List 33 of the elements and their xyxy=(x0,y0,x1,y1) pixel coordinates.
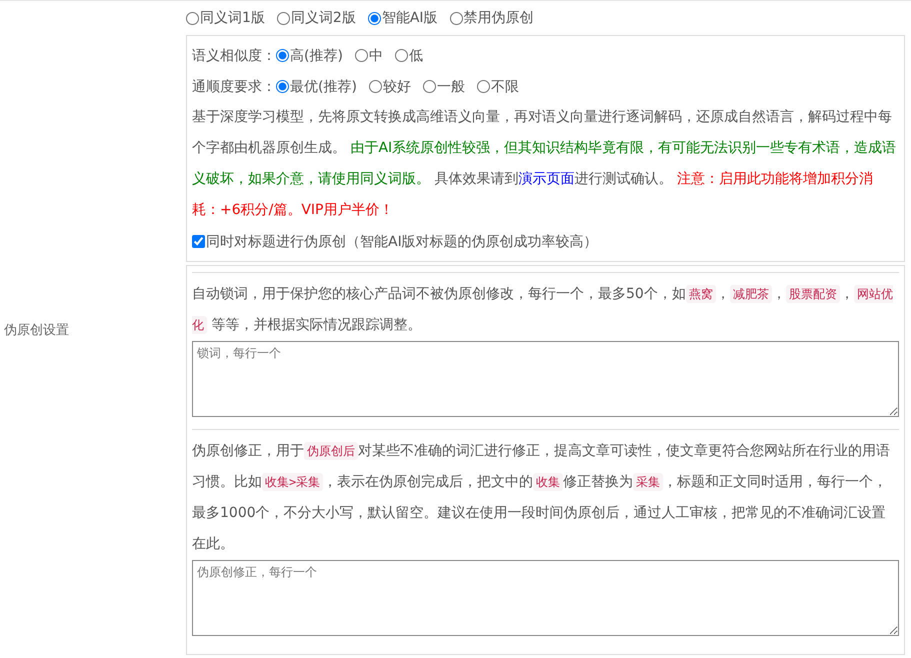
radio-button[interactable] xyxy=(276,49,289,62)
checkbox-label[interactable]: 同时对标题进行伪原创（智能AI版对标题的伪原创成功率较高） xyxy=(206,232,598,250)
radio-label[interactable]: 同义词1版 xyxy=(200,9,265,27)
radio-button[interactable] xyxy=(276,12,290,24)
radio-label[interactable]: 中 xyxy=(368,46,383,64)
radio-button[interactable] xyxy=(354,49,368,62)
setting-label: 通顺度要求： xyxy=(192,78,276,96)
radio-label[interactable]: 最优(推荐) xyxy=(290,78,357,96)
radio-label[interactable]: 同义词2版 xyxy=(290,9,356,27)
radio-button[interactable] xyxy=(276,80,289,93)
radio-label[interactable]: 智能AI版 xyxy=(382,9,438,27)
radio-button[interactable] xyxy=(476,80,490,93)
radio-button[interactable] xyxy=(368,80,382,93)
description-text: 基于深度学习模型，先将原文转换成高维语义向量，再对语义向量进行逐词解码，还原成自然语言，解码过程中每个字都由机器原创生成。 由于AI系统原创性较强，但其知识结构毕竟有限，有可能无法识别一些专有术语，造成语义破坏，如果介意，请使用同义词版。 具体效果请到演示页面进行测试确认。 注意：启用此功能将增加积分消耗：+6积分/篇。VIP用户半价！ xyxy=(192,108,898,220)
radio-label[interactable]: 较好 xyxy=(382,78,411,96)
correction-field[interactable]: 伪原创修正，每行一个 xyxy=(192,560,899,636)
correction-text: 伪原创修正，用于 伪原创后 对某些不准确的词汇进行修正，提高文章可读性，使文章更符合您网站所在行业的用语习惯。比如 收集>采集 ，表示在伪原创完成后，把文中的 收集 修正替换为 采集 ，标题和正文同时适用，每行一个，最多1000个，不分大小写，默认留空。建议在使用一段时间伪原创后，通过人工审核，把常见的不准确词汇设置在此。 xyxy=(192,441,891,554)
lock-words-field[interactable]: 锁词，每行一个 xyxy=(192,341,899,417)
radio-label[interactable]: 禁用伪原创 xyxy=(464,9,534,27)
radio-button[interactable] xyxy=(368,12,381,24)
radio-label[interactable]: 一般 xyxy=(436,78,465,96)
radio-label[interactable]: 高(推荐) xyxy=(290,46,343,64)
radio-button[interactable] xyxy=(450,12,463,24)
radio-label[interactable]: 不限 xyxy=(490,78,519,96)
radio-label[interactable]: 低 xyxy=(408,46,423,64)
radio-button[interactable] xyxy=(394,49,408,62)
lock-words-text: 自动锁词，用于保护您的核心产品词不被伪原创修改，每行一个，最多50个，如 燕窝 ， 减肥茶 ， 股票配资 ， 网站优化 等等，并根据实际情况跟踪调整。 xyxy=(192,284,894,336)
checkbox[interactable] xyxy=(192,235,205,248)
radio-button[interactable] xyxy=(422,80,436,93)
demo-page-link[interactable]: 演示页面 xyxy=(518,171,574,187)
section-label: 伪原创设置 xyxy=(3,322,70,338)
setting-label: 语义相似度： xyxy=(192,46,276,64)
radio-button[interactable] xyxy=(186,12,199,24)
